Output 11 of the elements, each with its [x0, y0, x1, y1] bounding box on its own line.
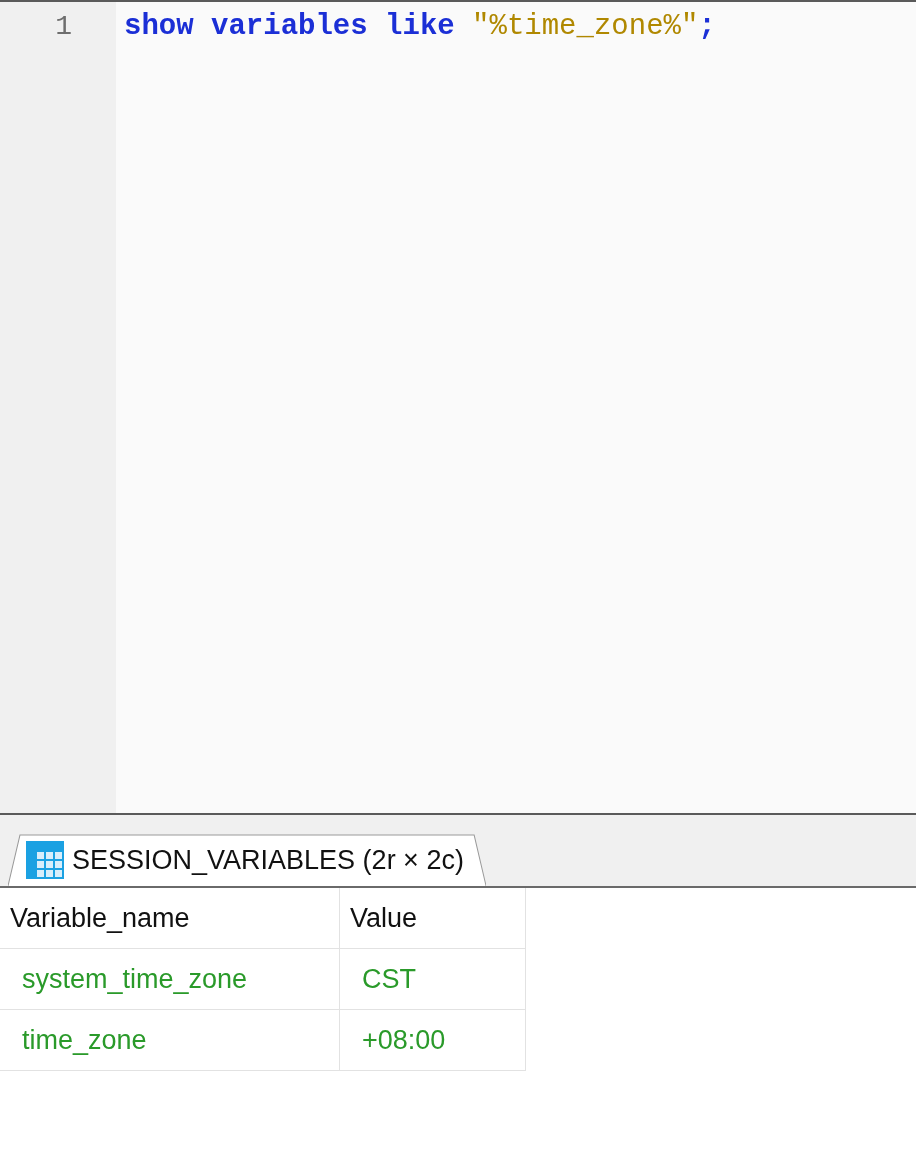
- line-number: 1: [55, 10, 72, 44]
- table-cell: +08:00: [340, 1010, 526, 1071]
- table-cell: CST: [340, 949, 526, 1010]
- table-cell: system_time_zone: [0, 949, 340, 1010]
- column-header[interactable]: Value: [340, 888, 526, 949]
- code-line: show variables like "%time_zone%";: [124, 9, 716, 45]
- table-icon: [26, 841, 64, 879]
- column-header[interactable]: Variable_name: [0, 888, 340, 949]
- editor-pane[interactable]: show variables like "%time_zone%";: [116, 2, 916, 813]
- result-tab[interactable]: SESSION_VARIABLES (2r × 2c): [8, 834, 486, 886]
- table-cell: time_zone: [0, 1010, 340, 1071]
